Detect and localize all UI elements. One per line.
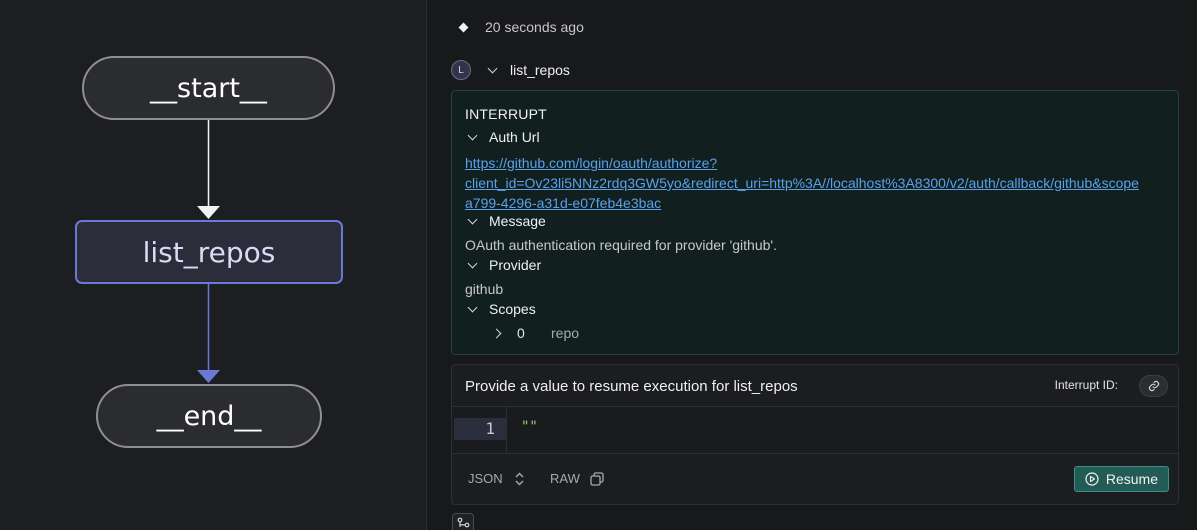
field-message-header[interactable]: Message xyxy=(467,213,546,229)
branch-icon xyxy=(457,517,469,528)
branch-icon-button[interactable] xyxy=(452,513,474,530)
resume-title: Provide a value to resume execution for … xyxy=(465,378,798,395)
chevron-down-icon[interactable] xyxy=(467,302,478,312)
auth-url-link[interactable]: https://github.com/login/oauth/authorize… xyxy=(465,153,1139,213)
field-scopes-label: Scopes xyxy=(489,301,536,317)
auth-url-line: a799-4296-a31d-e07feb4e3bac xyxy=(465,195,662,211)
graph-node-start[interactable]: __start__ xyxy=(82,56,335,120)
run-timestamp: 20 seconds ago xyxy=(485,19,584,35)
scope-item[interactable]: 0 repo xyxy=(491,325,580,341)
link-icon xyxy=(1148,380,1159,392)
edge-end-arrowhead xyxy=(197,370,220,383)
format-json-select[interactable]: JSON xyxy=(468,471,524,486)
field-provider-label: Provider xyxy=(489,257,542,273)
run-timestamp-row: 20 seconds ago xyxy=(458,19,584,35)
resume-button-label: Resume xyxy=(1105,471,1158,487)
play-circle-icon xyxy=(1085,472,1099,486)
run-panel: 20 seconds ago L list_repos INTERRUPT Au… xyxy=(428,0,1197,530)
field-provider-value: github xyxy=(465,281,504,297)
field-scopes-header[interactable]: Scopes xyxy=(467,301,536,317)
interrupt-title: INTERRUPT xyxy=(465,106,547,122)
interrupt-panel: INTERRUPT Auth Url https://github.com/lo… xyxy=(451,90,1179,355)
field-provider-header[interactable]: Provider xyxy=(467,257,542,273)
node-avatar: L xyxy=(451,60,471,80)
chevron-down-icon[interactable] xyxy=(467,214,478,224)
format-json-label: JSON xyxy=(468,471,503,486)
resume-button[interactable]: Resume xyxy=(1073,466,1169,492)
chevron-down-icon[interactable] xyxy=(467,130,478,140)
graph-node-end[interactable]: __end__ xyxy=(96,384,322,448)
graph-panel: __start__ list_repos __end__ xyxy=(0,0,427,530)
chevron-right-icon[interactable] xyxy=(491,328,502,338)
resume-panel: Provide a value to resume execution for … xyxy=(451,364,1179,505)
copy-icon[interactable] xyxy=(590,471,604,486)
field-auth-url-label: Auth Url xyxy=(489,129,540,145)
copy-interrupt-id-button[interactable] xyxy=(1139,375,1168,397)
resume-value-editor[interactable]: 1 "" xyxy=(452,406,1178,454)
graph-node-list-repos[interactable]: list_repos xyxy=(75,220,343,284)
line-number: 1 xyxy=(454,418,506,440)
scope-index: 0 xyxy=(517,325,525,341)
auth-url-line: client_id=Ov23li5NNz2rdq3GW5yo&redirect_… xyxy=(465,175,1139,191)
interrupt-id-label: Interrupt ID: xyxy=(1054,378,1118,392)
node-header-row[interactable]: L list_repos xyxy=(451,60,570,80)
chevron-down-icon[interactable] xyxy=(467,258,478,268)
scope-value: repo xyxy=(551,325,580,341)
auth-url-line: https://github.com/login/oauth/authorize… xyxy=(465,155,718,171)
format-raw-toggle[interactable]: RAW xyxy=(550,471,604,486)
format-raw-label: RAW xyxy=(550,471,580,486)
edge-start-arrowhead xyxy=(197,206,220,219)
editor-gutter: 1 xyxy=(452,407,507,453)
node-name: list_repos xyxy=(510,62,570,78)
chevron-down-icon[interactable] xyxy=(487,63,498,73)
field-auth-url-header[interactable]: Auth Url xyxy=(467,129,540,145)
editor-code[interactable]: "" xyxy=(521,419,538,435)
chevron-up-down-icon xyxy=(515,472,524,486)
diamond-icon xyxy=(458,22,469,32)
field-message-label: Message xyxy=(489,213,546,229)
field-message-value: OAuth authentication required for provid… xyxy=(465,237,777,253)
